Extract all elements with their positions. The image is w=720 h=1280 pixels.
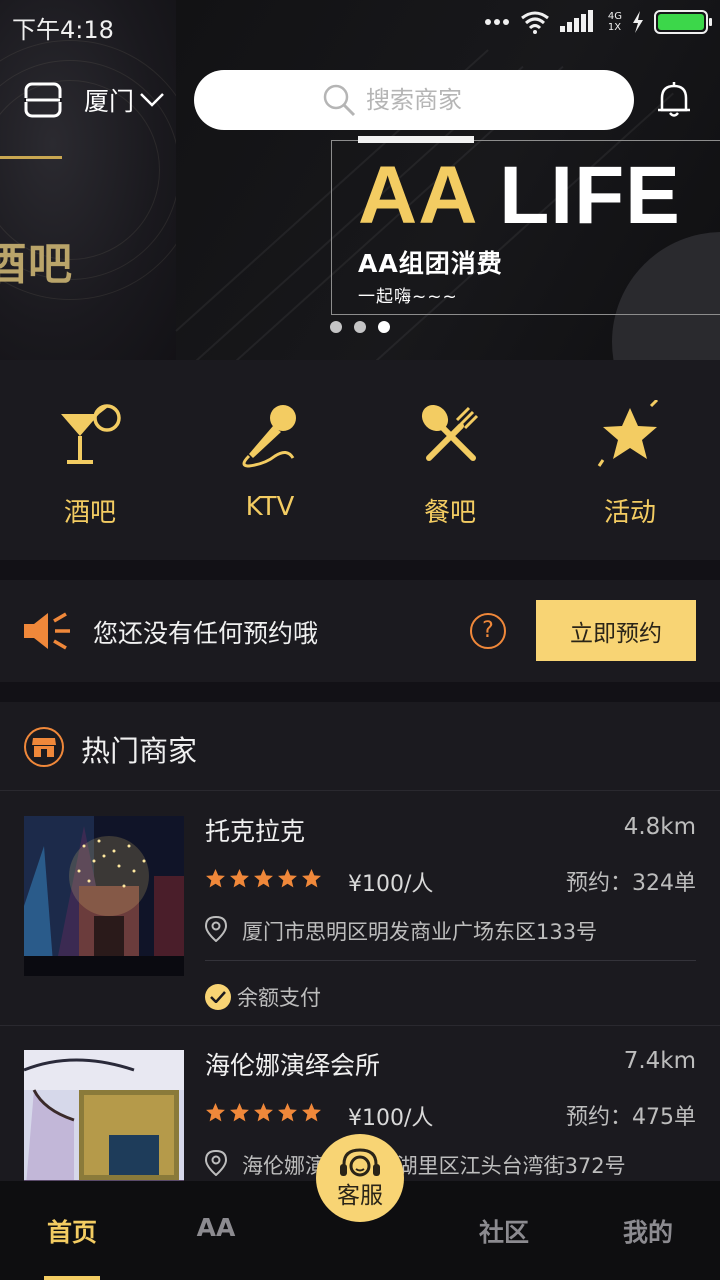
category-label: 活动	[603, 498, 656, 528]
category-label: KTV	[245, 492, 295, 522]
wifi-icon	[520, 11, 549, 34]
carousel-dot-active[interactable]	[378, 321, 390, 333]
chevron-down-icon	[140, 93, 164, 107]
nav-community[interactable]: 社区	[432, 1213, 576, 1249]
banner-title-life: LIFE	[499, 150, 681, 241]
nav-aa[interactable]: AA	[144, 1213, 288, 1242]
merchant-orders: 预约：324单	[566, 871, 696, 896]
battery-icon	[654, 10, 712, 34]
merchant-distance: 7.4km	[623, 1048, 696, 1074]
search-icon	[323, 84, 356, 117]
service-label: 客服	[337, 1183, 383, 1209]
network-4g-label: 4G	[607, 11, 622, 22]
star-rating-icon	[230, 1103, 249, 1122]
star-rating-icon	[206, 869, 225, 888]
rating-stars	[205, 1102, 322, 1123]
rating-stars	[205, 868, 322, 889]
search-input[interactable]	[366, 86, 506, 114]
payment-tag: 余额支付	[205, 982, 321, 1012]
dining-icon	[421, 404, 479, 461]
star-rating-icon	[278, 1103, 297, 1122]
reserve-now-button[interactable]: 立即预约	[536, 600, 696, 661]
microphone-icon	[242, 405, 296, 468]
payment-label: 余额支付	[237, 986, 321, 1010]
star-rating-icon	[278, 869, 297, 888]
banner-carousel[interactable]: 酒吧 AA LIFE AA组团消费 一起嗨~~~	[0, 0, 720, 360]
merchant-photo	[24, 816, 184, 976]
merchant-price: ¥100/人	[348, 1106, 434, 1131]
banner-side-text: 酒吧	[0, 239, 74, 290]
signal-icon	[559, 10, 593, 32]
scan-icon[interactable]	[24, 82, 62, 118]
location-pin-icon	[205, 916, 227, 942]
carousel-dot[interactable]	[330, 321, 342, 333]
merchant-price: ¥100/人	[348, 872, 434, 897]
charging-icon	[633, 11, 643, 33]
search-bar[interactable]	[194, 70, 634, 130]
banner-tagline: 一起嗨~~~	[358, 287, 458, 307]
merchant-address: 厦门市思明区明发商业广场东区133号	[242, 920, 598, 944]
merchant-distance: 4.8km	[623, 814, 696, 840]
carousel-indicator	[330, 321, 390, 333]
category-grid: 酒吧 KTV 餐吧 活动	[0, 360, 720, 560]
category-label: 酒吧	[63, 498, 116, 528]
divider	[205, 960, 696, 961]
more-dots-icon	[484, 19, 509, 25]
nav-home[interactable]: 首页	[0, 1213, 144, 1249]
banner-title-aa: AA	[358, 150, 476, 241]
top-header: 厦门	[0, 68, 720, 132]
carousel-dot[interactable]	[354, 321, 366, 333]
shop-icon	[24, 727, 64, 767]
category-bar[interactable]: 酒吧	[0, 360, 180, 560]
star-icon	[597, 400, 659, 467]
section-header: 热门商家	[0, 702, 720, 791]
category-ktv[interactable]: KTV	[180, 360, 360, 560]
merchant-orders: 预约：475单	[566, 1105, 696, 1130]
star-rating-icon	[302, 869, 321, 888]
status-time: 下午4:18	[12, 16, 114, 44]
star-rating-icon	[254, 1103, 273, 1122]
merchant-name: 托克拉克	[205, 817, 306, 846]
merchant-address: 海伦娜演绎会所-湖里区江头台湾街372号	[242, 1154, 626, 1178]
merchant-card[interactable]: 托克拉克 4.8km ¥100/人 预约：324单 厦门市思明区明发商业广场东区…	[0, 792, 720, 1026]
city-name: 厦门	[84, 87, 135, 116]
star-rating-icon	[230, 869, 249, 888]
cocktail-icon	[61, 404, 121, 464]
banner-frame-bar	[358, 136, 474, 143]
city-selector[interactable]: 厦门	[84, 82, 164, 118]
banner-title: AA LIFE	[358, 150, 681, 242]
banner-gold-line	[0, 156, 62, 159]
banner-subtitle: AA组团消费	[358, 249, 503, 278]
network-type: 4G 1X	[608, 11, 622, 33]
status-icons: 4G 1X	[484, 10, 712, 34]
network-1x-label: 1X	[607, 22, 622, 33]
banner-prev-slide-peek: 酒吧	[0, 0, 200, 360]
bell-icon[interactable]	[654, 80, 694, 120]
category-activity[interactable]: 活动	[540, 360, 720, 560]
star-rating-icon	[254, 869, 273, 888]
location-pin-icon	[205, 1150, 227, 1176]
status-bar: 下午4:18 4G 1X	[0, 0, 720, 50]
star-rating-icon	[206, 1103, 225, 1122]
nav-mine[interactable]: 我的	[576, 1213, 720, 1249]
category-dining[interactable]: 餐吧	[360, 360, 540, 560]
hot-merchants-section: 热门商家 托克拉克 4.8km ¥100/人 预约：324单 厦门市思明区明发商…	[0, 702, 720, 1210]
reservation-empty-text: 您还没有任何预约哦	[93, 619, 319, 648]
section-title: 热门商家	[81, 734, 198, 768]
merchant-name: 海伦娜演绎会所	[205, 1051, 381, 1080]
customer-service-button[interactable]: 客服	[316, 1134, 404, 1262]
star-rating-icon	[302, 1103, 321, 1122]
help-icon[interactable]: ?	[470, 613, 506, 649]
reservation-card: 您还没有任何预约哦 ? 立即预约	[0, 580, 720, 682]
category-label: 餐吧	[423, 498, 476, 528]
check-icon	[205, 984, 231, 1010]
speaker-icon	[24, 612, 70, 650]
service-circle: 客服	[316, 1134, 404, 1222]
nav-active-indicator	[44, 1276, 100, 1280]
